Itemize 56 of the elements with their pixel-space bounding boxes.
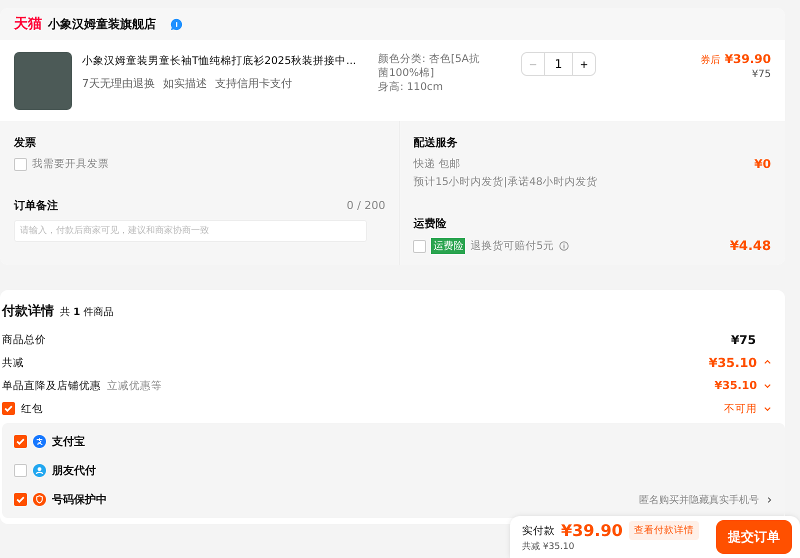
original-price: ¥75 [750, 69, 771, 80]
checkbox-label[interactable]: 我需要开具发票 [32, 157, 109, 171]
submit-order-button[interactable]: 提交订单 [716, 520, 792, 554]
option-hint[interactable]: 匿名购买并隐藏真实手机号 [639, 492, 759, 506]
payment-row-value: ¥35.10 [708, 355, 757, 370]
delivery-price: ¥0 [754, 157, 771, 171]
delivery-estimate: 预计15小时内发货|承诺48小时内发货 [413, 175, 599, 189]
option-label: 朋友代付 [52, 463, 96, 478]
payment-details-title: 付款详情 [2, 302, 54, 320]
payment-logo-icon [33, 435, 46, 448]
payment-row-value: 不可用 [724, 402, 757, 416]
invoice-checkbox[interactable] [14, 158, 27, 170]
total-price: ¥39.90 [561, 521, 623, 540]
section-title: 运费险 [413, 216, 448, 231]
brand-logo: 天猫 [14, 15, 42, 33]
section-title: 发票 [14, 135, 37, 150]
person-icon [33, 464, 46, 477]
saved-amount: 共减 ¥35.10 [522, 540, 576, 553]
option-label: 支付宝 [52, 434, 85, 449]
payment-row-label: 单品直降及店铺优惠 [2, 378, 101, 392]
service-tag: 7天无理由退换 [82, 76, 155, 91]
payment-row-value: ¥75 [730, 332, 756, 346]
service-tag: 如实描述 [163, 76, 207, 91]
section-title: 配送服务 [413, 135, 458, 150]
insurance-description: 退换货可赔付5元 [470, 239, 554, 253]
store-name[interactable]: 小象汉姆童装旗舰店 [48, 16, 156, 32]
info-icon[interactable] [559, 241, 570, 251]
product-photo-placeholder [14, 52, 72, 110]
character-count: 0 / 200 [346, 199, 386, 212]
delivery-method: 快递 包邮 [413, 157, 461, 171]
service-tag: 支持信用卡支付 [215, 76, 292, 91]
option-checkbox[interactable] [14, 435, 27, 448]
gift-packet-checkbox[interactable] [2, 402, 15, 415]
insurance-price: ¥4.48 [730, 238, 771, 254]
chat-bubble-icon[interactable] [170, 18, 183, 30]
option-checkbox[interactable] [14, 464, 27, 477]
insurance-checkbox[interactable] [413, 240, 426, 252]
payment-row-value: ¥35.10 [714, 379, 757, 392]
payment-row-label: 商品总价 [2, 332, 46, 346]
product-spec: 身高: 110cm [378, 80, 444, 94]
view-details-button[interactable]: 查看付款详情 [628, 521, 699, 540]
section-title: 订单备注 [14, 198, 58, 213]
option-checkbox[interactable] [14, 493, 27, 506]
payment-row-label: 红包 [21, 402, 43, 416]
payment-row-note: 立减优惠等 [107, 378, 162, 392]
coupon-label: 券后 [700, 55, 721, 66]
product-spec: 颜色分类: 杏色[5A抗菌100%棉] [378, 52, 481, 80]
phone-shield-icon [33, 493, 46, 506]
option-label: 号码保护中 [52, 492, 107, 507]
insurance-tag: 运费险 [431, 238, 466, 254]
payment-row-label: 共减 [2, 356, 24, 370]
total-label: 实付款 [522, 524, 555, 538]
coupon-price: ¥39.90 [724, 52, 771, 66]
product-title[interactable]: 小象汉姆童装男童长袖T恤纯棉打底衫2025秋装拼接中... [82, 54, 356, 68]
item-count: 共 1 件商品 [60, 306, 114, 319]
chevron-right-icon[interactable] [765, 496, 773, 504]
